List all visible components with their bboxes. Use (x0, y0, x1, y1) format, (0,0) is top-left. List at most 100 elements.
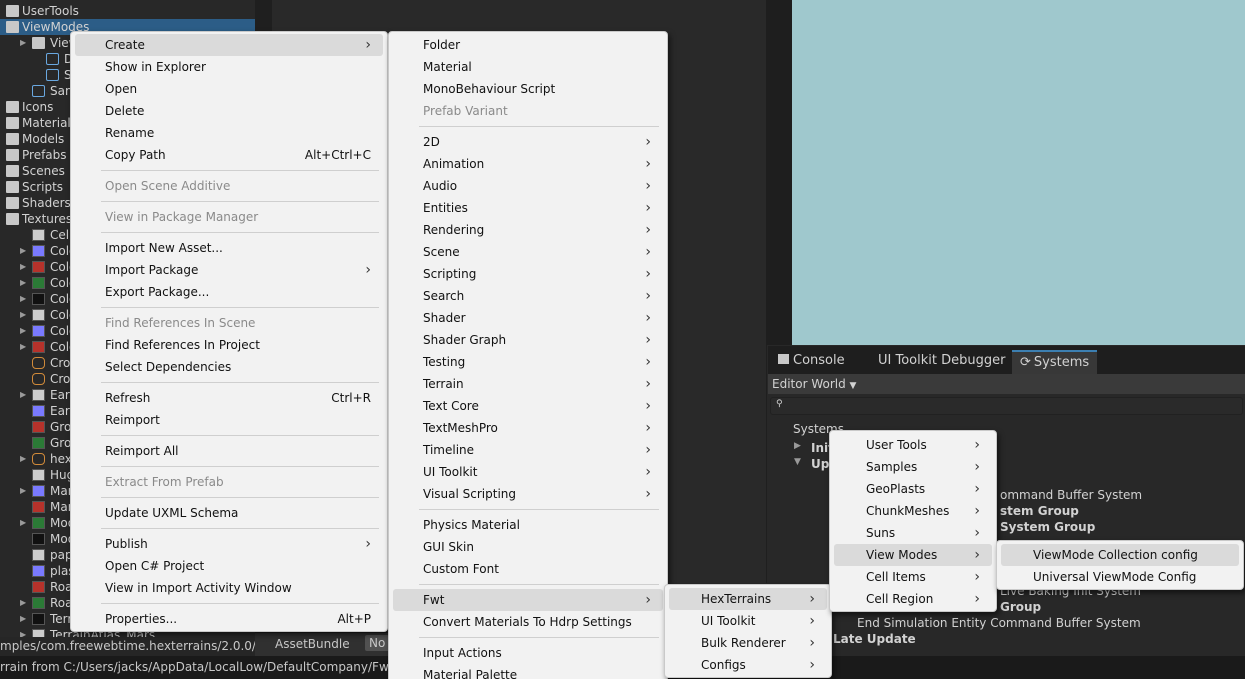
menu-item-text-core[interactable]: Text Core › (393, 395, 663, 417)
menu-item-open-c-project[interactable]: Open C# Project (75, 555, 383, 577)
menu-item-view-in-import-activity-window[interactable]: View in Import Activity Window (75, 577, 383, 599)
menu-item-timeline[interactable]: Timeline › (393, 439, 663, 461)
menu-item-search[interactable]: Search › (393, 285, 663, 307)
folder-icon (6, 197, 19, 209)
system-row[interactable]: End Simulation Entity Command Buffer Sys… (857, 616, 1141, 630)
menu-item-label: Timeline (423, 443, 475, 457)
collapse-arrow-icon[interactable]: ▶ (20, 35, 30, 51)
menu-item-fwt[interactable]: Fwt › (393, 589, 663, 611)
menu-item-publish[interactable]: Publish › (75, 533, 383, 555)
tab-ui-toolkit-debugger[interactable]: UI Toolkit Debugger (870, 350, 1013, 374)
collapse-arrow-icon[interactable]: ▶ (20, 595, 30, 611)
menu-item-physics-material[interactable]: Physics Material (393, 514, 663, 536)
system-row[interactable]: System Group (1000, 520, 1095, 534)
systems-search-input[interactable]: ⚲ (770, 397, 1243, 415)
menu-item-entities[interactable]: Entities › (393, 197, 663, 219)
menu-item-cell-region[interactable]: Cell Region › (834, 588, 992, 610)
menu-item-viewmode-collection-config[interactable]: ViewMode Collection config (1001, 544, 1239, 566)
menu-item-ui-toolkit[interactable]: UI Toolkit › (393, 461, 663, 483)
menu-item-export-package[interactable]: Export Package... (75, 281, 383, 303)
menu-item-visual-scripting[interactable]: Visual Scripting › (393, 483, 663, 505)
menu-item-create[interactable]: Create › (75, 34, 383, 56)
menu-item-scene[interactable]: Scene › (393, 241, 663, 263)
texture-icon (32, 597, 45, 609)
collapse-arrow-icon[interactable]: ▶ (20, 243, 30, 259)
chevron-right-icon: › (974, 459, 980, 475)
system-row[interactable]: ▼ Up (794, 457, 829, 471)
asset-bundle-dropdown[interactable]: No (365, 635, 390, 651)
tab-systems[interactable]: ⟳ Systems (1012, 350, 1098, 374)
chevron-right-icon: › (645, 266, 651, 282)
menu-item-update-uxml-schema[interactable]: Update UXML Schema (75, 502, 383, 524)
collapse-arrow-icon[interactable]: ▶ (20, 259, 30, 275)
menu-item-testing[interactable]: Testing › (393, 351, 663, 373)
collapse-arrow-icon[interactable]: ▶ (20, 451, 30, 467)
tree-item[interactable]: ▶UserTools (0, 3, 255, 19)
collapse-arrow-icon[interactable]: ▶ (20, 339, 30, 355)
menu-item-suns[interactable]: Suns › (834, 522, 992, 544)
menu-item-import-package[interactable]: Import Package › (75, 259, 383, 281)
menu-item-gui-skin[interactable]: GUI Skin (393, 536, 663, 558)
menu-item-samples[interactable]: Samples › (834, 456, 992, 478)
menu-item-rename[interactable]: Rename (75, 122, 383, 144)
menu-item-terrain[interactable]: Terrain › (393, 373, 663, 395)
menu-item-copy-path[interactable]: Copy Path Alt+Ctrl+C (75, 144, 383, 166)
menu-item-select-dependencies[interactable]: Select Dependencies (75, 356, 383, 378)
menu-item-view-modes[interactable]: View Modes › (834, 544, 992, 566)
menu-item-show-in-explorer[interactable]: Show in Explorer (75, 56, 383, 78)
system-row[interactable]: Late Update (833, 632, 916, 646)
menu-item-scripting[interactable]: Scripting › (393, 263, 663, 285)
menu-item-shader-graph[interactable]: Shader Graph › (393, 329, 663, 351)
menu-item-audio[interactable]: Audio › (393, 175, 663, 197)
menu-item-find-references-in-project[interactable]: Find References In Project (75, 334, 383, 356)
menu-item-universal-viewmode-config[interactable]: Universal ViewMode Config (1001, 566, 1239, 588)
collapse-arrow-icon[interactable]: ▶ (20, 323, 30, 339)
menu-item-configs[interactable]: Configs › (669, 654, 827, 676)
expand-arrow-icon[interactable]: ▶ (794, 441, 801, 451)
system-row[interactable]: ommand Buffer System (1000, 488, 1142, 502)
menu-item-label: Scripting (423, 267, 477, 281)
menu-item-geoplasts[interactable]: GeoPlasts › (834, 478, 992, 500)
system-row[interactable]: Group (1000, 600, 1041, 614)
menu-item-label: UI Toolkit (423, 465, 478, 479)
menu-item-reimport-all[interactable]: Reimport All (75, 440, 383, 462)
menu-item-input-actions[interactable]: Input Actions (393, 642, 663, 664)
hexagon-icon (32, 373, 45, 385)
collapse-arrow-icon[interactable]: ▶ (20, 483, 30, 499)
expand-arrow-icon[interactable]: ▼ (794, 457, 801, 467)
menu-item-2d[interactable]: 2D › (393, 131, 663, 153)
menu-item-folder[interactable]: Folder (393, 34, 663, 56)
menu-item-label: Material Palette (423, 668, 518, 679)
collapse-arrow-icon[interactable]: ▶ (20, 275, 30, 291)
menu-item-properties[interactable]: Properties... Alt+P (75, 608, 383, 630)
menu-item-bulk-renderer[interactable]: Bulk Renderer › (669, 632, 827, 654)
menu-item-hexterrains[interactable]: HexTerrains › (669, 588, 827, 610)
menu-item-shader[interactable]: Shader › (393, 307, 663, 329)
menu-item-custom-font[interactable]: Custom Font (393, 558, 663, 580)
scene-view[interactable] (792, 0, 1245, 345)
menu-item-reimport[interactable]: Reimport (75, 409, 383, 431)
menu-item-open[interactable]: Open (75, 78, 383, 100)
menu-item-rendering[interactable]: Rendering › (393, 219, 663, 241)
menu-item-material-palette[interactable]: Material Palette (393, 664, 663, 679)
menu-item-convert-materials-to-hdrp-settings[interactable]: Convert Materials To Hdrp Settings (393, 611, 663, 633)
menu-item-cell-items[interactable]: Cell Items › (834, 566, 992, 588)
menu-item-import-new-asset[interactable]: Import New Asset... (75, 237, 383, 259)
menu-item-delete[interactable]: Delete (75, 100, 383, 122)
menu-item-user-tools[interactable]: User Tools › (834, 434, 992, 456)
system-row[interactable]: stem Group (1000, 504, 1079, 518)
menu-item-textmeshpro[interactable]: TextMeshPro › (393, 417, 663, 439)
collapse-arrow-icon[interactable]: ▶ (20, 387, 30, 403)
menu-item-refresh[interactable]: Refresh Ctrl+R (75, 387, 383, 409)
collapse-arrow-icon[interactable]: ▶ (20, 515, 30, 531)
tab-console[interactable]: Console (770, 350, 853, 374)
menu-item-animation[interactable]: Animation › (393, 153, 663, 175)
menu-item-chunkmeshes[interactable]: ChunkMeshes › (834, 500, 992, 522)
world-selector[interactable]: Editor World ▼ (768, 374, 1245, 394)
menu-item-material[interactable]: Material (393, 56, 663, 78)
menu-item-ui-toolkit[interactable]: UI Toolkit › (669, 610, 827, 632)
collapse-arrow-icon[interactable]: ▶ (20, 291, 30, 307)
collapse-arrow-icon[interactable]: ▶ (20, 307, 30, 323)
menu-item-monobehaviour-script[interactable]: MonoBehaviour Script (393, 78, 663, 100)
collapse-arrow-icon[interactable]: ▶ (20, 611, 30, 627)
